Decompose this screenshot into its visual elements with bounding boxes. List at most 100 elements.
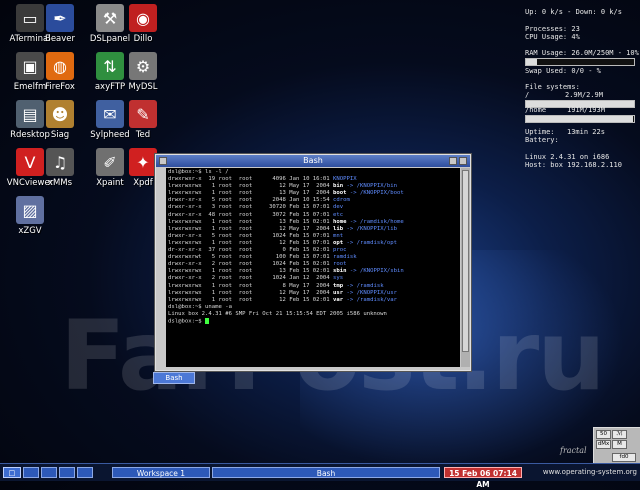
listing-row-meta: lrwxrwxrwx 1 root root 8 May 17 2004: [168, 282, 334, 289]
desk-button-2[interactable]: [41, 467, 57, 478]
pager-cell-4[interactable]: M: [612, 440, 627, 449]
listing-row: dr-xr-xr-x 37 root root 0 Feb 15 02:01 p…: [168, 247, 458, 254]
desktop-icon-dillo[interactable]: ◉ Dillo: [113, 4, 173, 44]
ram-bar: [525, 58, 635, 66]
swap-usage: Swap Used: 0/0 - %: [525, 67, 601, 75]
cpu-usage: CPU Usage: 4%: [525, 33, 580, 41]
desk-button-3[interactable]: [59, 467, 75, 478]
scrollbar-thumb[interactable]: [462, 170, 469, 352]
listing-row: lrwxrwxrwx 1 root root 12 May 17 2004 bi…: [168, 183, 458, 190]
desktop-icon-label: MyDSL: [128, 82, 158, 92]
start-button[interactable]: ☐: [3, 467, 21, 478]
ram-bar-fill: [526, 59, 537, 65]
xmms-icon: ♫: [46, 148, 74, 176]
desk-pager[interactable]: 50 ℳ dMx M fd0: [593, 427, 640, 464]
listing-row-name: etc: [333, 211, 344, 218]
gear-icon: ⚙: [129, 52, 157, 80]
pager-cell-2[interactable]: ℳ: [612, 430, 627, 439]
fs-home-label: /home: [525, 106, 547, 114]
task-button-bash[interactable]: Bash: [212, 467, 440, 478]
listing-row: drwxr-xr-x 5 root root 2048 Jan 10 15:54…: [168, 197, 458, 204]
listing-row: lrwxrwxrwx 1 root root 13 May 17 2004 bo…: [168, 190, 458, 197]
net-speed: Up: 0 k/s - Down: 0 k/s: [525, 8, 622, 16]
fs-home-value: 191M/193M: [567, 106, 605, 114]
listing-row-meta: dr-xr-xr-x 37 root root 0 Feb 15 02:01: [168, 247, 334, 254]
desk-button-4[interactable]: [77, 467, 93, 478]
listing-row-link: -> /ramdisk/home: [349, 218, 404, 225]
listing-row-meta: drwxrwxr-x 19 root root 4096 Jan 10 16:0…: [168, 176, 334, 183]
listing-row: drwxr-xr-x 5 root root 1024 Feb 15 07:01…: [168, 233, 458, 240]
terminal-prompt-ls: dsl@box:~$ ls -l /: [168, 169, 229, 175]
taskbar: ☐ Workspace 1 Bash 15 Feb 06 07:14 AM ww…: [0, 463, 640, 489]
listing-row-name: dev: [333, 204, 344, 211]
listing: drwxrwxr-x 19 root root 4096 Jan 10 16:0…: [168, 176, 458, 304]
listing-row-name: usr: [333, 289, 344, 296]
listing-row-name: opt: [333, 239, 344, 246]
firefox-icon: ◍: [46, 52, 74, 80]
listing-row: lrwxrwxrwx 1 root root 12 May 17 2004 li…: [168, 226, 458, 233]
fs-home-bar-fill: [526, 116, 633, 122]
listing-row-name: home: [333, 218, 347, 225]
listing-row-meta: drwxr-xr-x 5 root root 2048 Jan 10 15:54: [168, 197, 334, 204]
listing-row-link: -> /KNOPPIX/usr: [346, 289, 398, 296]
ram-usage: RAM Usage: 26.0M/250M - 10%: [525, 49, 639, 57]
terminal-scrollbar[interactable]: [461, 168, 470, 367]
listing-row-link: -> /ramdisk/opt: [346, 239, 398, 246]
listing-row: drwxr-xr-x 2 root root 1024 Jan 12 2004 …: [168, 275, 458, 282]
listing-row: drwxr-xr-x 3 root root 30720 Feb 15 07:0…: [168, 204, 458, 211]
listing-row: drwxr-xr-x 2 root root 1024 Feb 15 02:01…: [168, 261, 458, 268]
minimize-button[interactable]: [449, 157, 457, 165]
host-info: Host: box 192.168.2.110: [525, 161, 622, 169]
pager-cell-1[interactable]: 50: [596, 430, 611, 439]
listing-row-meta: drwxr-xr-x 48 root root 3072 Feb 15 07:0…: [168, 211, 334, 218]
window-menu-button[interactable]: [159, 157, 167, 165]
dillo-icon: ◉: [129, 4, 157, 32]
listing-row-name: cdrom: [333, 197, 350, 204]
battery-label: Battery:: [525, 136, 559, 144]
desk-button-1[interactable]: [23, 467, 39, 478]
desktop-icon-label: xZGV: [18, 226, 42, 236]
listing-row-name: var: [333, 296, 344, 303]
clock[interactable]: 15 Feb 06 07:14 AM: [444, 467, 522, 489]
desktop-icon-ted[interactable]: ✎ Ted: [113, 100, 173, 140]
listing-row-name: boot: [333, 190, 347, 197]
listing-row-link: -> /KNOPPIX/lib: [346, 225, 398, 232]
listing-row: drwxr-xr-x 48 root root 3072 Feb 15 07:0…: [168, 212, 458, 219]
listing-row-name: sbin: [333, 268, 347, 275]
listing-row-name: root: [333, 261, 347, 268]
terminal-window[interactable]: Bash dsl@box:~$ ls -l / drwxrwxr-x 19 ro…: [155, 154, 471, 371]
listing-row: lrwxrwxrwx 1 root root 12 May 17 2004 us…: [168, 290, 458, 297]
listing-row-name: mnt: [333, 232, 344, 239]
desktop-icon-label: Dillo: [133, 34, 153, 44]
listing-row-name: bin: [333, 183, 344, 190]
listing-row-link: -> /ramdisk/var: [346, 296, 398, 303]
pager-cell-fd0[interactable]: fd0: [612, 453, 636, 462]
listing-row: drwxrwxrwt 5 root root 100 Feb 15 07:01 …: [168, 254, 458, 261]
pdf-icon: ✦: [129, 148, 157, 176]
listing-row-name: ramdisk: [333, 254, 357, 261]
listing-row-meta: lrwxrwxrwx 1 root root 12 May 17 2004: [168, 183, 334, 190]
listing-row-meta: lrwxrwxrwx 1 root root 12 May 17 2004: [168, 289, 334, 296]
terminal-prompt-current: dsl@box:~$: [168, 318, 206, 325]
pen-icon: ✒: [46, 4, 74, 32]
listing-row-meta: lrwxrwxrwx 1 root root 13 Feb 15 02:01: [168, 218, 334, 225]
close-button[interactable]: [459, 157, 467, 165]
listing-row-name: tmp: [333, 282, 344, 289]
listing-row: lrwxrwxrwx 1 root root 8 May 17 2004 tmp…: [168, 283, 458, 290]
workspace-button[interactable]: Workspace 1: [112, 467, 210, 478]
listing-row-meta: lrwxrwxrwx 1 root root 13 Feb 15 02:01: [168, 268, 334, 275]
listing-row-meta: lrwxrwxrwx 1 root root 13 May 17 2004: [168, 190, 334, 197]
terminal-output[interactable]: dsl@box:~$ ls -l / drwxrwxr-x 19 root ro…: [166, 168, 460, 367]
listing-row: drwxrwxr-x 19 root root 4096 Jan 10 16:0…: [168, 176, 458, 183]
ted-icon: ✎: [129, 100, 157, 128]
desktop-icon-mydsl[interactable]: ⚙ MyDSL: [113, 52, 173, 92]
iconified-bash-tab[interactable]: Bash: [153, 372, 195, 384]
listing-row-meta: drwxr-xr-x 2 root root 1024 Feb 15 02:01: [168, 261, 334, 268]
listing-row: lrwxrwxrwx 1 root root 13 Feb 15 02:01 h…: [168, 219, 458, 226]
desktop-icon-xzgv[interactable]: ▨ xZGV: [0, 196, 60, 236]
listing-row-name: KNOPPIX: [333, 176, 357, 183]
pager-cell-3[interactable]: dMx: [596, 440, 611, 449]
listing-row: lrwxrwxrwx 1 root root 12 Feb 15 07:01 o…: [168, 240, 458, 247]
window-titlebar[interactable]: Bash: [156, 155, 470, 167]
site-label: www.operating-system.org: [542, 468, 637, 476]
